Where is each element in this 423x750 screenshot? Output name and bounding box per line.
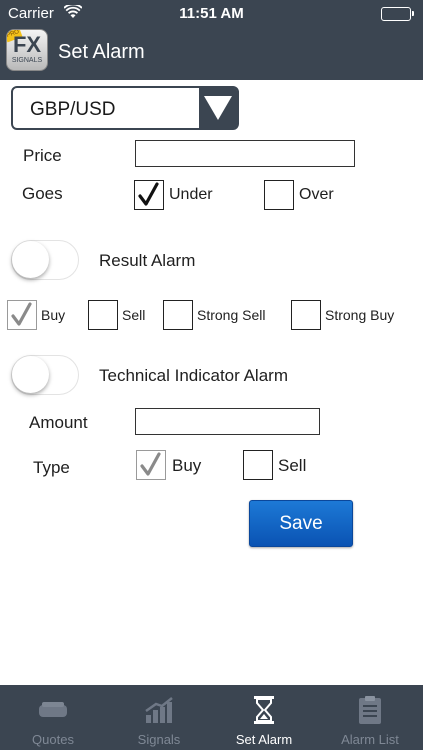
result-strong-buy-label: Strong Buy [325,307,395,323]
currency-pair-select[interactable]: GBP/USD [11,86,239,130]
price-input[interactable] [135,140,355,167]
result-buy-checkbox[interactable] [7,300,37,330]
tab-alarm-list[interactable]: Alarm List [317,685,423,750]
type-buy-label: Buy [172,456,202,475]
app-logo: PRO FX SIGNALS [6,29,48,71]
tab-quotes[interactable]: Quotes [0,685,106,750]
result-strong-buy-checkbox[interactable] [291,300,321,330]
under-checkbox[interactable] [134,180,164,210]
over-checkbox[interactable] [264,180,294,210]
tab-signals[interactable]: Signals [106,685,212,750]
result-sell-label: Sell [122,307,146,323]
type-buy-checkbox[interactable] [136,450,166,480]
tab-set-alarm[interactable]: Set Alarm [211,685,317,750]
clock: 11:51 AM [179,5,244,22]
toggle-knob [12,241,49,278]
checkmark-icon [138,182,159,206]
under-label: Under [169,186,213,203]
checkmark-icon [11,302,32,326]
hourglass-icon [249,695,279,725]
type-sell-checkbox[interactable] [243,450,273,480]
result-strong-sell-label: Strong Sell [197,307,266,323]
tab-quotes-label: Quotes [32,732,74,747]
result-alarm-toggle[interactable] [11,240,79,280]
result-sell-checkbox[interactable] [88,300,118,330]
goes-label: Goes [22,184,63,203]
signals-icon [144,695,174,725]
over-label: Over [299,186,334,203]
tab-bar: Quotes Signals Set Alarm Alarm List [0,685,423,750]
result-buy-label: Buy [41,307,66,323]
result-alarm-label: Result Alarm [99,251,196,270]
amount-label: Amount [29,413,88,432]
currency-pair-value: GBP/USD [30,99,116,120]
toggle-knob [12,356,49,393]
triangle-down-icon [204,96,232,120]
tab-set-alarm-label: Set Alarm [235,732,293,747]
page-title: Set Alarm [58,41,145,63]
tab-signals-label: Signals [137,732,181,747]
technical-alarm-label: Technical Indicator Alarm [99,366,288,385]
checkmark-icon [140,452,161,476]
app-logo-fx: FX [12,32,42,57]
nav-bar: PRO FX SIGNALS Set Alarm [0,28,423,80]
battery-icon [381,7,414,21]
amount-input[interactable] [135,408,320,435]
dropdown-arrow[interactable] [199,88,237,128]
result-strong-sell-checkbox[interactable] [163,300,193,330]
quotes-icon [38,695,68,725]
status-bar: Carrier 11:51 AM [0,0,423,28]
save-button[interactable]: Save [249,500,353,547]
price-label: Price [23,146,62,165]
type-label: Type [33,458,70,477]
type-sell-label: Sell [278,456,307,475]
technical-alarm-toggle[interactable] [11,355,79,395]
app-logo-signals: SIGNALS [11,57,43,64]
tab-alarm-list-label: Alarm List [341,732,399,747]
clipboard-icon [355,695,385,725]
